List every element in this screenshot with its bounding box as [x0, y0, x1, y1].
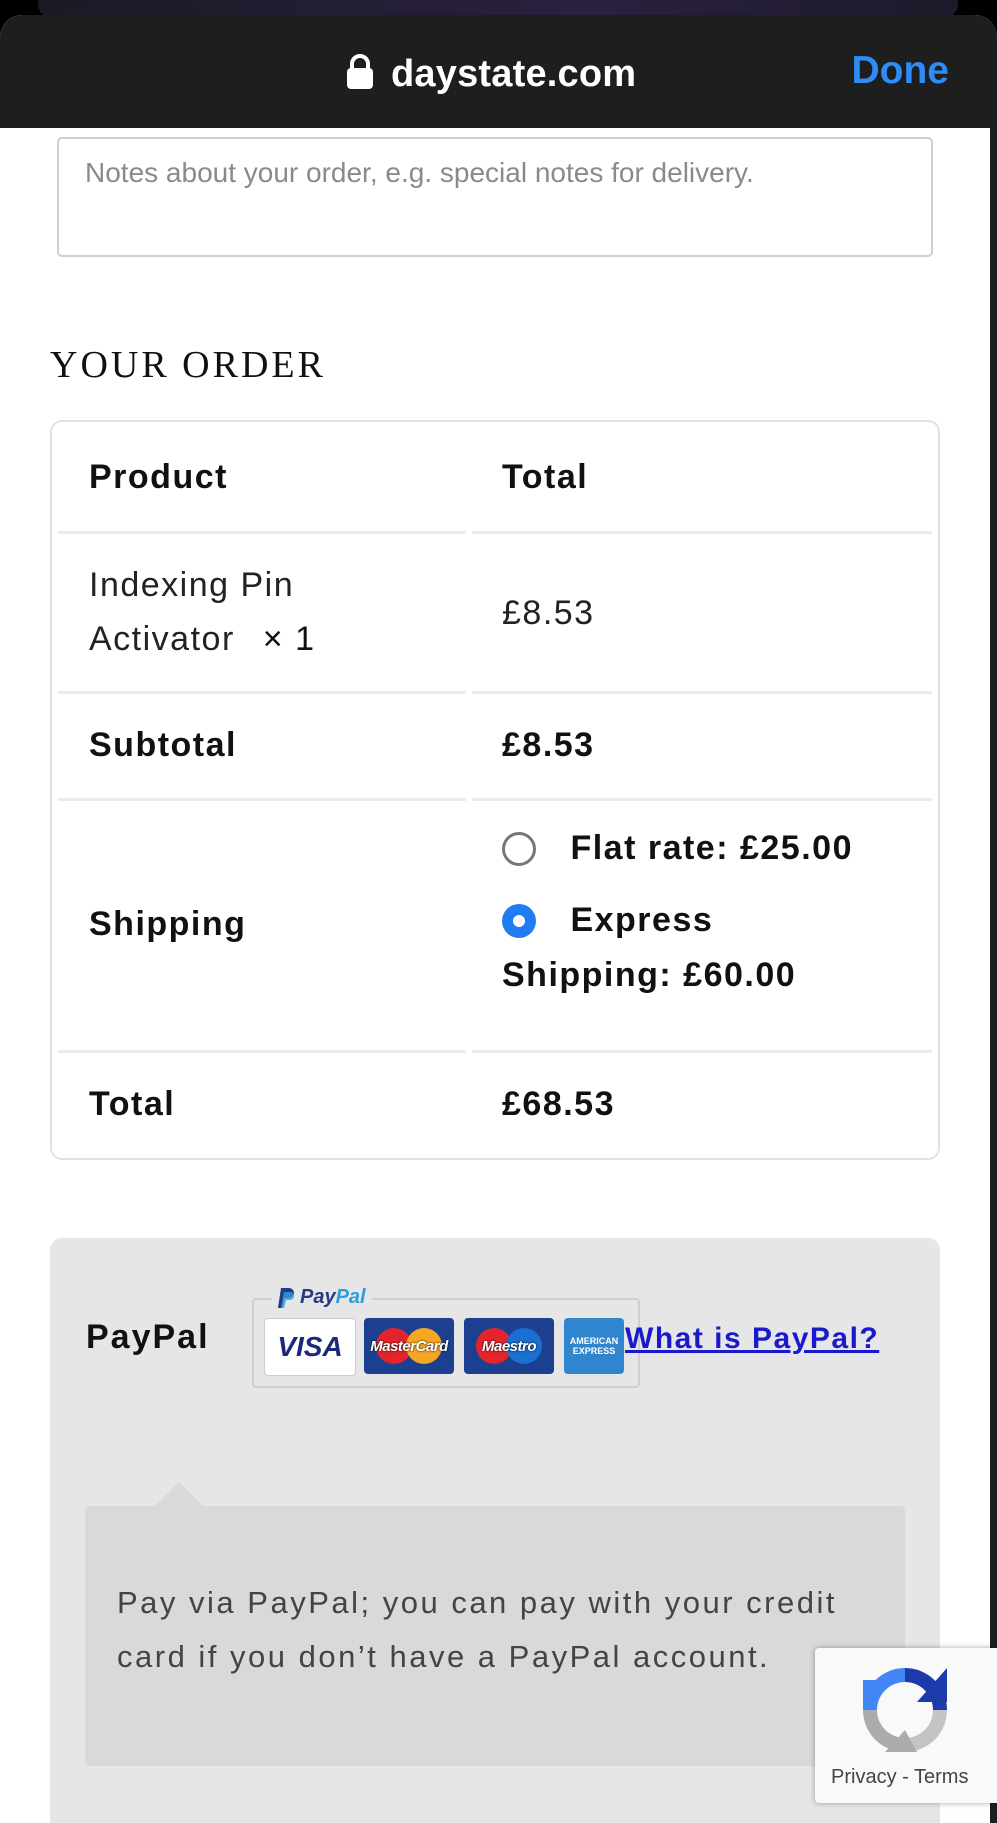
recaptcha-icon	[855, 1660, 955, 1765]
description-pointer	[155, 1482, 203, 1506]
shipping-option-flat[interactable]: Flat rate: £25.00	[502, 829, 853, 868]
table-row-shipping: Shipping Flat rate: £25.00 Express Shipp…	[52, 801, 938, 1053]
item-name-line1: Indexing Pin	[89, 566, 295, 604]
mastercard-icon: MasterCard	[364, 1318, 454, 1374]
shipping-option-express[interactable]: Express Shipping: £60.00	[502, 901, 796, 995]
item-name: Indexing Pin Activator × 1	[89, 558, 315, 666]
paypal-method-label[interactable]: PayPal	[86, 1318, 210, 1357]
express-label-line2: Shipping: £60.00	[502, 956, 797, 994]
table-header-row: Product Total	[52, 422, 938, 534]
paypal-p-icon	[278, 1287, 294, 1308]
visa-card-icon: VISA	[264, 1318, 356, 1376]
accepted-cards-image: Pay Pal VISA MasterCard Maestro AMERICAN …	[252, 1286, 640, 1388]
subtotal-value: £8.53	[502, 726, 595, 764]
item-quantity: × 1	[262, 620, 316, 658]
recaptcha-privacy-link[interactable]: Privacy	[831, 1766, 897, 1788]
radio-express[interactable]	[502, 903, 536, 938]
column-header-total: Total	[502, 458, 589, 496]
item-name-line2: Activator	[89, 620, 235, 658]
maestro-label: Maestro	[481, 1337, 537, 1355]
radio-flat-rate[interactable]	[502, 831, 536, 866]
order-notes-field[interactable]: Notes about your order, e.g. special not…	[57, 137, 933, 257]
browser-sheet: daystate.com Done Notes about your order…	[0, 15, 997, 1823]
what-is-paypal-link[interactable]: What is PayPal?	[625, 1322, 879, 1356]
order-summary-table: Product Total Indexing Pin Activator × 1 …	[50, 420, 940, 1160]
shipping-label: Shipping	[89, 905, 247, 943]
recaptcha-links: Privacy - Terms	[831, 1766, 968, 1789]
paypal-logo-text-pal: Pal	[335, 1286, 366, 1308]
column-header-product: Product	[89, 458, 228, 496]
done-button[interactable]: Done	[852, 49, 950, 93]
your-order-heading: YOUR ORDER	[50, 344, 326, 386]
paypal-logo: Pay Pal	[272, 1286, 372, 1309]
mastercard-label: MasterCard	[370, 1337, 448, 1355]
table-row-item: Indexing Pin Activator × 1 £8.53	[52, 534, 938, 694]
express-label-line1: Express	[570, 901, 714, 939]
maestro-card-icon: Maestro	[464, 1318, 554, 1374]
checkout-content: Notes about your order, e.g. special not…	[0, 128, 990, 1823]
flat-rate-label: Flat rate: £25.00	[570, 829, 853, 867]
table-row-total: Total £68.53	[52, 1053, 938, 1158]
paypal-description: Pay via PayPal; you can pay with your cr…	[117, 1585, 837, 1674]
url-text: daystate.com	[391, 52, 637, 95]
right-edge	[990, 128, 997, 1823]
recaptcha-badge[interactable]: Privacy - Terms	[815, 1648, 997, 1803]
recaptcha-terms-link[interactable]: Terms	[914, 1766, 968, 1788]
lock-icon	[345, 53, 375, 95]
browser-toolbar: daystate.com Done	[0, 15, 997, 128]
recaptcha-separator: -	[896, 1766, 914, 1788]
payment-method-box: PayPal Pay Pal VISA MasterCard Maestro A…	[50, 1238, 940, 1823]
paypal-description-box: Pay via PayPal; you can pay with your cr…	[85, 1482, 905, 1766]
amex-card-icon: AMERICAN EXPRESS	[564, 1318, 624, 1374]
subtotal-label: Subtotal	[89, 726, 237, 764]
item-price: £8.53	[502, 594, 595, 632]
paypal-logo-text-pay: Pay	[300, 1286, 336, 1308]
total-value: £68.53	[502, 1085, 615, 1123]
url-display[interactable]: daystate.com	[345, 49, 636, 99]
total-label: Total	[89, 1085, 176, 1123]
table-row-subtotal: Subtotal £8.53	[52, 694, 938, 801]
